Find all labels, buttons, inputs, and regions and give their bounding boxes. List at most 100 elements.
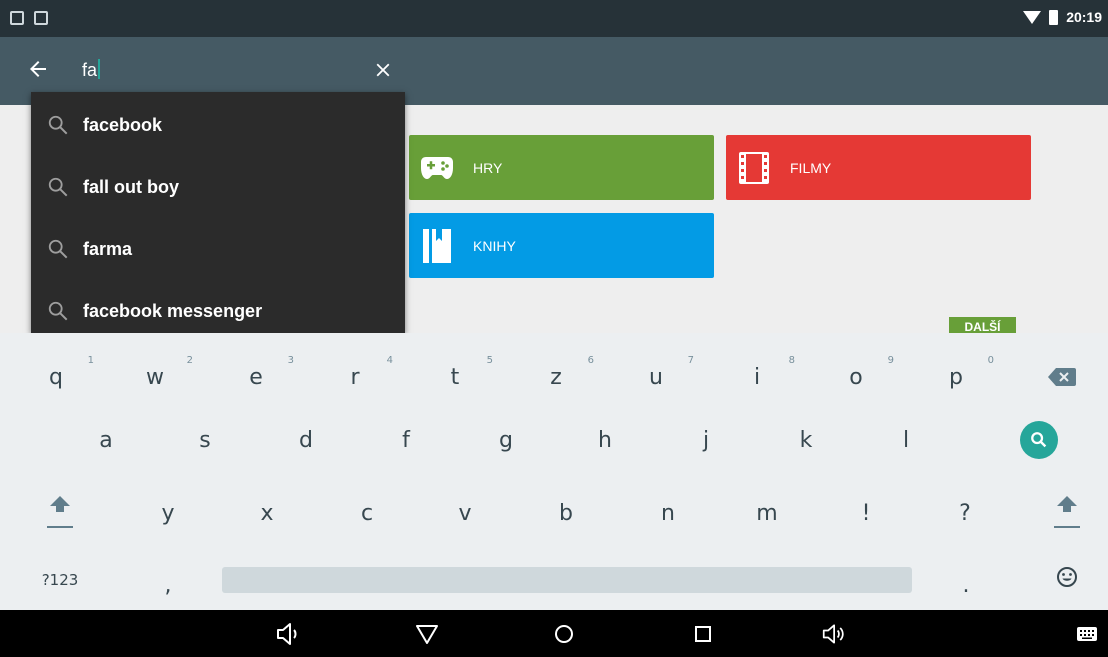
suggestion-item[interactable]: fall out boy (31, 156, 405, 218)
comma-key[interactable]: , (128, 555, 208, 615)
film-icon (736, 150, 772, 186)
key-hint: 9 (887, 355, 894, 366)
key-h[interactable]: h (565, 410, 645, 470)
key-hint: 2 (186, 355, 193, 366)
arrow-left-icon[interactable] (26, 57, 50, 81)
image-notification-icon (10, 11, 24, 25)
key-m[interactable]: m (727, 483, 807, 543)
key-c[interactable]: c (327, 483, 407, 543)
recents-icon[interactable] (690, 621, 716, 647)
close-icon[interactable] (372, 59, 394, 81)
search-icon (48, 239, 68, 259)
suggestion-text: fall out boy (83, 176, 179, 197)
navigation-bar (0, 610, 1108, 657)
key-s[interactable]: s (165, 410, 245, 470)
key-hint: 7 (687, 355, 694, 366)
key-d[interactable]: d (266, 410, 346, 470)
key-label: e (249, 364, 263, 390)
backspace-key[interactable] (1022, 347, 1102, 407)
home-icon[interactable] (551, 621, 577, 647)
key-b[interactable]: b (526, 483, 606, 543)
key-g[interactable]: g (466, 410, 546, 470)
category-tile-movies[interactable]: FILMY (726, 135, 1031, 200)
search-suggestions-list: facebook fall out boy farma facebook mes… (31, 92, 405, 333)
search-icon (48, 301, 68, 321)
search-input[interactable]: fa (82, 59, 382, 83)
book-icon (419, 228, 455, 264)
key-label: z (550, 364, 562, 390)
backspace-icon (1048, 368, 1076, 386)
key-q[interactable]: q1 (16, 347, 96, 407)
key-hint: 8 (788, 355, 795, 366)
category-label-books: KNIHY (473, 237, 516, 254)
suggestion-item[interactable]: facebook (31, 94, 405, 156)
key-z[interactable]: z6 (516, 347, 596, 407)
search-icon (1031, 432, 1047, 448)
key-label: w (146, 364, 164, 390)
key-l[interactable]: l (866, 410, 946, 470)
period-key[interactable]: . (926, 555, 1006, 615)
emoji-key[interactable] (1027, 547, 1107, 607)
key-exclamation[interactable]: ! (826, 483, 906, 543)
key-w[interactable]: w2 (115, 347, 195, 407)
shift-icon (47, 496, 73, 528)
key-n[interactable]: n (628, 483, 708, 543)
suggestion-text: facebook messenger (83, 300, 263, 321)
shift-key[interactable] (20, 481, 100, 541)
key-o[interactable]: o9 (816, 347, 896, 407)
key-label: p (949, 364, 963, 390)
more-button[interactable]: DALŠÍ (949, 317, 1016, 333)
key-t[interactable]: t5 (415, 347, 495, 407)
key-f[interactable]: f (366, 410, 446, 470)
shift-key-right[interactable] (1027, 481, 1107, 541)
key-x[interactable]: x (227, 483, 307, 543)
key-label: o (849, 364, 863, 390)
wifi-icon (1023, 10, 1042, 24)
key-hint: 6 (587, 355, 594, 366)
space-bar[interactable] (222, 567, 912, 593)
key-label: q (49, 364, 63, 390)
key-e[interactable]: e3 (216, 347, 296, 407)
key-u[interactable]: u7 (616, 347, 696, 407)
key-label: i (753, 364, 761, 390)
suggestion-item[interactable]: farma (31, 218, 405, 280)
back-icon[interactable] (414, 621, 440, 647)
gamepad-icon (419, 150, 455, 186)
key-p[interactable]: p0 (916, 347, 996, 407)
symbols-key[interactable]: ?123 (20, 550, 100, 610)
key-j[interactable]: j (666, 410, 746, 470)
key-hint: 1 (87, 355, 94, 366)
key-hint: 0 (987, 355, 994, 366)
status-bar: 20:19 (0, 0, 1108, 37)
key-i[interactable]: i8 (717, 347, 797, 407)
search-action-key[interactable] (1020, 421, 1058, 459)
gmail-notification-icon (34, 11, 48, 25)
key-k[interactable]: k (766, 410, 846, 470)
text-caret (98, 59, 101, 79)
battery-icon (1049, 9, 1059, 25)
key-hint: 5 (486, 355, 493, 366)
suggestion-text: farma (83, 238, 133, 259)
category-label-games: HRY (473, 159, 503, 176)
category-tile-games[interactable]: HRY (409, 135, 714, 200)
shift-icon (1054, 496, 1080, 528)
key-question[interactable]: ? (925, 483, 1005, 543)
soft-keyboard: q1 w2 e3 r4 t5 z6 u7 i8 o9 p0 a s d f g … (0, 333, 1108, 610)
status-time: 20:19 (1066, 9, 1102, 25)
category-tile-books[interactable]: KNIHY (409, 213, 714, 278)
key-v[interactable]: v (425, 483, 505, 543)
key-r[interactable]: r4 (315, 347, 395, 407)
category-label-movies: FILMY (790, 159, 832, 176)
search-icon (48, 177, 68, 197)
key-a[interactable]: a (66, 410, 146, 470)
key-label: r (350, 364, 360, 390)
key-y[interactable]: y (128, 483, 208, 543)
emoji-icon (1057, 567, 1077, 587)
keyboard-icon[interactable] (1074, 621, 1100, 647)
key-hint: 4 (386, 355, 393, 366)
volume-down-icon[interactable] (276, 621, 302, 647)
search-icon (48, 115, 68, 135)
key-label: u (649, 364, 663, 390)
suggestion-text: facebook (83, 114, 163, 135)
volume-up-icon[interactable] (822, 621, 848, 647)
